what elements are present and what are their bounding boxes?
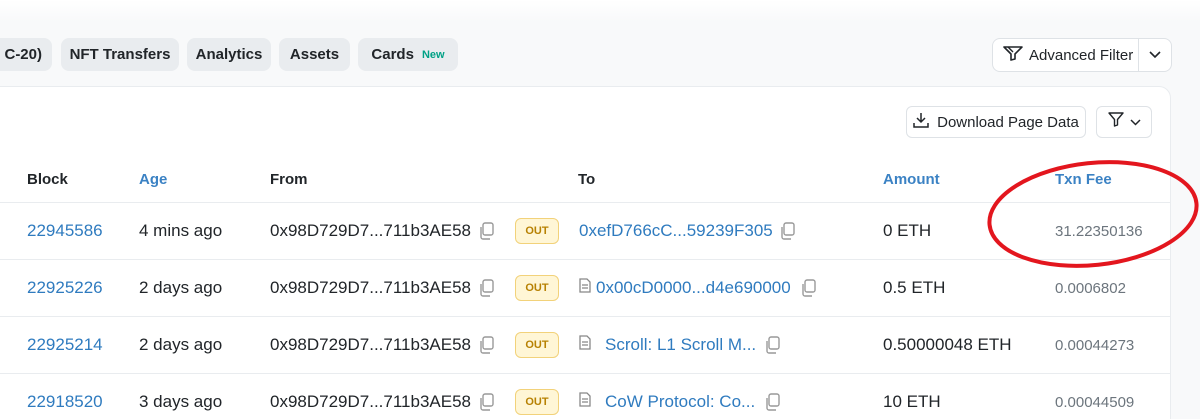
direction-badge: OUT [515, 332, 559, 358]
age-cell: 3 days ago [139, 392, 223, 411]
block-link[interactable]: 22925226 [27, 278, 103, 298]
to-label: Scroll: L1 Scroll M... [605, 335, 757, 354]
fee-cell: 0.00044509 [1055, 394, 1135, 411]
header-age[interactable]: Age [139, 171, 167, 188]
age-cell: 2 days ago [139, 335, 223, 354]
table-row: 22925214 2 days ago 0x98D729D7...711b3AE… [0, 317, 1171, 374]
copy-icon[interactable] [478, 336, 494, 354]
annotation-circle [987, 160, 1199, 268]
header-amount[interactable]: Amount [883, 171, 940, 188]
download-icon [913, 112, 929, 132]
copy-icon[interactable] [764, 336, 780, 354]
filter-icon [1107, 112, 1124, 132]
from-address[interactable]: 0x98D729D7...711b3AE58 [270, 335, 471, 355]
copy-icon[interactable] [779, 222, 795, 240]
amount-cell: 10 ETH [883, 392, 941, 411]
header-from: From [270, 171, 308, 188]
direction-badge: OUT [515, 275, 559, 301]
to-label: CoW Protocol: Co... [605, 392, 756, 411]
advanced-filter-icon [1003, 45, 1023, 65]
tab-erc20-transfers[interactable]: C-20) [0, 38, 52, 71]
tab-analytics[interactable]: Analytics [187, 38, 271, 71]
to-label: 0x00cD0000...d4e690000 [596, 278, 791, 297]
advanced-filter-group: Advanced Filter [992, 38, 1172, 72]
top-header-shadow [0, 0, 1200, 22]
copy-icon[interactable] [800, 279, 816, 297]
tab-nft-transfers[interactable]: NFT Transfers [61, 38, 179, 71]
from-address[interactable]: 0x98D729D7...711b3AE58 [270, 278, 471, 298]
to-label: 0xefD766cC...59239F305 [579, 221, 773, 240]
to-address[interactable]: 0x00cD0000...d4e690000 [579, 278, 791, 298]
direction-badge: OUT [515, 218, 559, 244]
header-block: Block [27, 171, 68, 188]
to-address[interactable]: 0xefD766cC...59239F305 [579, 221, 773, 241]
block-link[interactable]: 22918520 [27, 392, 103, 412]
filter-dropdown-button[interactable] [1096, 106, 1152, 138]
download-label: Download Page Data [937, 113, 1079, 131]
tab-label: NFT Transfers [69, 46, 171, 63]
amount-cell: 0.50000048 ETH [883, 335, 1012, 354]
download-page-data-button[interactable]: Download Page Data [906, 106, 1086, 138]
tab-label: C-20) [4, 46, 42, 63]
amount-cell: 0.5 ETH [883, 278, 946, 297]
to-address[interactable]: Scroll: L1 Scroll M... [579, 335, 756, 355]
tab-cards[interactable]: Cards New [358, 38, 458, 71]
copy-icon[interactable] [478, 222, 494, 240]
contract-icon [579, 392, 591, 412]
chevron-down-icon [1149, 46, 1161, 64]
to-address[interactable]: CoW Protocol: Co... [579, 392, 755, 412]
fee-cell: 0.0006802 [1055, 280, 1126, 297]
tab-label: Assets [289, 46, 340, 63]
fee-cell: 0.00044273 [1055, 337, 1135, 354]
amount-cell: 0 ETH [883, 221, 932, 240]
contract-icon [579, 335, 591, 355]
block-link[interactable]: 22945586 [27, 221, 103, 241]
tab-assets[interactable]: Assets [279, 38, 350, 71]
chevron-down-icon [1129, 113, 1141, 131]
contract-icon [579, 278, 591, 298]
table-row: 22918520 3 days ago 0x98D729D7...711b3AE… [0, 374, 1171, 419]
advanced-filter-dropdown[interactable] [1139, 39, 1171, 71]
tab-label: Analytics [195, 46, 263, 63]
direction-badge: OUT [515, 389, 559, 415]
age-cell: 2 days ago [139, 278, 223, 297]
copy-icon[interactable] [478, 393, 494, 411]
advanced-filter-button[interactable]: Advanced Filter [993, 39, 1139, 71]
advanced-filter-label: Advanced Filter [1029, 46, 1134, 64]
copy-icon[interactable] [478, 279, 494, 297]
new-badge: New [421, 48, 445, 61]
header-to: To [578, 171, 596, 188]
from-address[interactable]: 0x98D729D7...711b3AE58 [270, 221, 471, 241]
from-address[interactable]: 0x98D729D7...711b3AE58 [270, 392, 471, 412]
block-link[interactable]: 22925214 [27, 335, 103, 355]
copy-icon[interactable] [764, 393, 780, 411]
tab-label: Cards [371, 46, 414, 63]
age-cell: 4 mins ago [139, 221, 223, 240]
